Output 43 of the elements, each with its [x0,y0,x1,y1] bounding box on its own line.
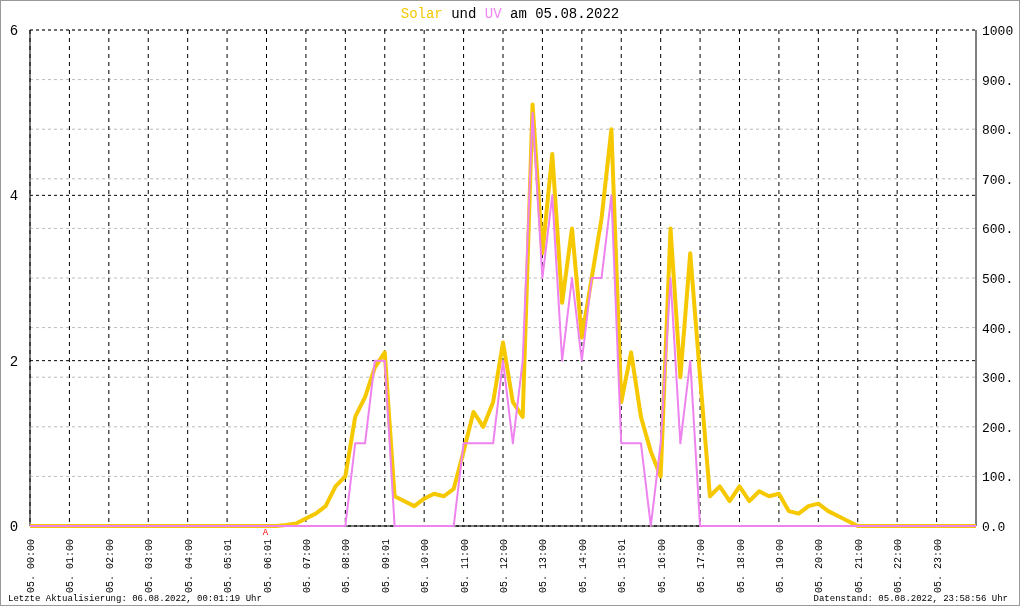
last-update-text: Letzte Aktualisierung: 06.08.2022, 00:01:19 Uhr [8,594,262,604]
axis-tick-label: 05. 21:00 [853,539,865,593]
marker-label: A [262,528,269,538]
axis-tick-label: 700. [982,172,1014,188]
axis-tick-label: 05. 07:00 [301,539,313,593]
axis-tick-label: 05. 03:00 [144,539,156,593]
axis-tick-label: 100. [982,470,1014,486]
axis-tick-label: 05. 09:01 [380,539,392,593]
axis-tick-label: 05. 04:00 [183,539,195,593]
axis-tick-label: 300. [982,371,1014,387]
axis-tick-label: 05. 06:01 [262,539,274,593]
axis-tick-label: 2 [9,353,19,370]
axis-tick-label: 05. 16:00 [656,539,668,593]
axis-tick-label: 200. [982,420,1014,436]
axis-tick-label: 05. 19:00 [774,539,786,593]
axis-tick-label: 05. 18:00 [735,539,747,593]
axis-tick-label: 500. [982,272,1014,287]
axis-tick-label: 0 [9,519,19,535]
axis-tick-label: 900. [982,73,1014,89]
axis-tick-label: 05. 22:00 [893,539,905,593]
axis-tick-label: 05. 13:00 [538,539,550,593]
axis-tick-label: 05. 17:00 [696,539,708,593]
axis-tick-label: 05. 02:00 [104,539,116,593]
axis-tick-label: 05. 12:00 [499,539,510,593]
axis-tick-label: 05. 14:00 [577,539,589,593]
axis-tick-label: 6 [9,23,19,39]
data-timestamp-text: Datenstand: 05.08.2022, 23:58:56 Uhr [813,594,1008,604]
axis-tick-label: 800. [982,123,1014,139]
axis-tick-label: 05. 08:00 [341,539,353,593]
axis-tick-label: 05. 05:01 [223,539,235,593]
axis-tick-label: 05. 11:00 [459,539,471,593]
axis-tick-label: 400. [982,321,1014,337]
axis-tick-label: 0.0 [982,520,1006,535]
axis-tick-label: 600. [982,222,1014,238]
axis-tick-label: 05. 10:00 [420,539,432,593]
axis-tick-label: 4 [9,188,19,205]
axis-tick-label: 05. 01:00 [65,539,77,593]
axis-tick-label: 05. 23:00 [932,539,944,593]
axis-tick-label: 05. 20:00 [814,539,826,593]
axis-tick-label: 05. 15:01 [617,539,629,593]
axis-tick-label: 05. 00:00 [26,539,37,593]
axis-tick-label: 1000 [982,24,1014,39]
chart-title: Solar und UV am 05.08.2022 [400,6,620,22]
